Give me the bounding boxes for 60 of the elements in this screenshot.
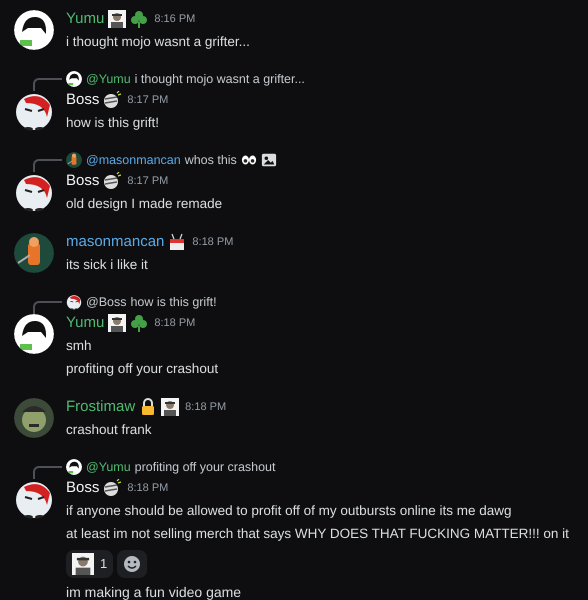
calendar-icon [168, 233, 186, 251]
portrait-icon [72, 553, 94, 575]
clover-icon [130, 10, 148, 28]
mummy-head-icon [103, 479, 122, 497]
avatar-icon[interactable] [14, 233, 54, 273]
avatar-icon[interactable] [66, 459, 82, 475]
message-text: smh [66, 337, 93, 355]
username[interactable]: Yumu [66, 8, 104, 30]
message-text: im making a fun video game [66, 583, 242, 600]
avatar-icon[interactable] [66, 294, 82, 310]
username[interactable]: Frostimaw [66, 396, 136, 418]
mummy-head-icon [103, 91, 122, 109]
timestamp: 8:18 PM [154, 316, 196, 331]
reply-connector [33, 466, 62, 479]
portrait-icon [108, 10, 126, 28]
avatar-icon[interactable] [14, 172, 54, 212]
username[interactable]: masonmancan [66, 230, 164, 254]
avatar-icon[interactable] [66, 71, 82, 87]
message-text: if anyone should be allowed to profit off of my outbursts online its me dawg [66, 502, 513, 520]
message-text: at least im not selling merch that says WHY DOES THAT FUCKING MATTER!!! on it [66, 525, 569, 543]
mummy-head-icon [103, 172, 122, 190]
timestamp: 8:18 PM [127, 480, 168, 496]
reply-connector [33, 159, 62, 172]
image-icon [260, 152, 277, 168]
avatar-icon[interactable] [14, 398, 54, 438]
message-text: its sick i like it [66, 256, 149, 274]
reply-mention[interactable]: @Yumu [86, 458, 131, 476]
timestamp: 8:17 PM [127, 174, 168, 189]
portrait-icon [108, 314, 126, 332]
message-text: profiting off your crashout [66, 360, 218, 378]
portrait-icon [161, 398, 180, 416]
smiley-icon [123, 555, 142, 573]
reply-text[interactable]: whos this [184, 150, 237, 170]
username[interactable]: Yumu [66, 312, 104, 334]
timestamp: 8:16 PM [154, 12, 196, 27]
avatar-icon[interactable] [14, 10, 54, 50]
username[interactable]: Boss [66, 88, 100, 112]
avatar-icon[interactable] [14, 314, 54, 354]
reply-mention[interactable]: @Yumu [86, 70, 131, 88]
message-text: i thought mojo wasnt a grifter... [66, 33, 250, 51]
reply-text[interactable]: i thought mojo wasnt a grifter... [134, 70, 305, 88]
timestamp: 8:17 PM [127, 92, 168, 108]
avatar-icon[interactable] [14, 479, 54, 519]
username[interactable]: Boss [66, 170, 100, 192]
avatar-icon[interactable] [14, 91, 54, 131]
add-reaction-button[interactable] [117, 550, 148, 578]
reply-mention[interactable]: @masonmancan [86, 150, 181, 170]
message-text: crashout frank [66, 421, 153, 439]
timestamp: 8:18 PM [192, 234, 234, 250]
clover-icon [130, 314, 148, 332]
reply-text[interactable]: profiting off your crashout [134, 458, 276, 476]
reply-text[interactable]: how is this grift! [130, 292, 217, 312]
avatar-icon[interactable] [66, 152, 82, 168]
reply-mention[interactable]: @Boss [86, 292, 126, 312]
username[interactable]: Boss [66, 476, 100, 500]
timestamp: 8:18 PM [185, 400, 226, 415]
message-text: old design I made remade [66, 195, 222, 213]
message-text: how is this grift! [66, 114, 160, 132]
reaction-button[interactable]: 1 [66, 550, 114, 578]
reply-connector [33, 78, 62, 91]
